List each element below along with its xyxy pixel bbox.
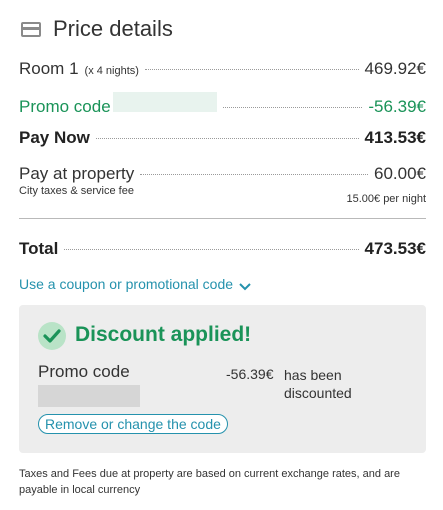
leader-dots (222, 107, 363, 108)
promo-discount: -56.39€ (368, 97, 426, 116)
panel-promo-code-redacted (38, 385, 140, 407)
coupon-link-label: Use a coupon or promotional code (19, 276, 234, 292)
total-amount: 473.53€ (364, 239, 426, 258)
promo-label: Promo code (19, 97, 111, 116)
remove-change-code-button[interactable]: Remove or change the code (38, 414, 228, 434)
page-title: Price details (53, 16, 173, 41)
divider (19, 218, 426, 219)
pay-now-row: Pay Now 413.53€ (19, 128, 426, 148)
promo-code-redacted (112, 92, 217, 112)
leader-dots (64, 249, 359, 250)
pay-at-property-amount: 60.00€ (374, 164, 426, 183)
panel-discount-message: has been discounted (284, 367, 352, 401)
leader-dots (95, 138, 359, 139)
total-row: Total 473.53€ (19, 239, 426, 259)
pay-at-property-row: Pay at property 60.00€ (19, 164, 426, 184)
footer-note: Taxes and Fees due at property are based… (19, 468, 400, 496)
discount-applied-title: Discount applied! (75, 323, 252, 346)
chevron-down-icon (239, 279, 251, 291)
panel-discount-amount: -56.39€ (226, 366, 274, 382)
leader-dots (140, 174, 368, 175)
per-night-amount: 15.00€ (346, 193, 381, 205)
per-night-unit: per night (383, 193, 426, 205)
pay-now-amount: 413.53€ (364, 128, 426, 147)
pay-at-property-label: Pay at property (19, 164, 135, 183)
promo-row: Promo code -56.39€ (19, 92, 426, 117)
room-nights-note: (x 4 nights) (84, 65, 139, 77)
coupon-toggle-link[interactable]: Use a coupon or promotional code (19, 276, 251, 292)
total-label: Total (19, 239, 59, 258)
city-taxes-note: City taxes & service fee (19, 185, 134, 197)
check-circle-icon (38, 322, 66, 350)
room-row: Room 1 (x 4 nights) 469.92€ (19, 59, 426, 79)
room-label: Room 1 (19, 59, 79, 78)
pay-now-label: Pay Now (19, 128, 90, 147)
leader-dots (144, 69, 359, 70)
per-night-note: 15.00€ per night (300, 193, 426, 205)
panel-promo-label: Promo code (38, 362, 130, 381)
room-price: 469.92€ (364, 59, 426, 78)
credit-card-icon (21, 22, 41, 37)
